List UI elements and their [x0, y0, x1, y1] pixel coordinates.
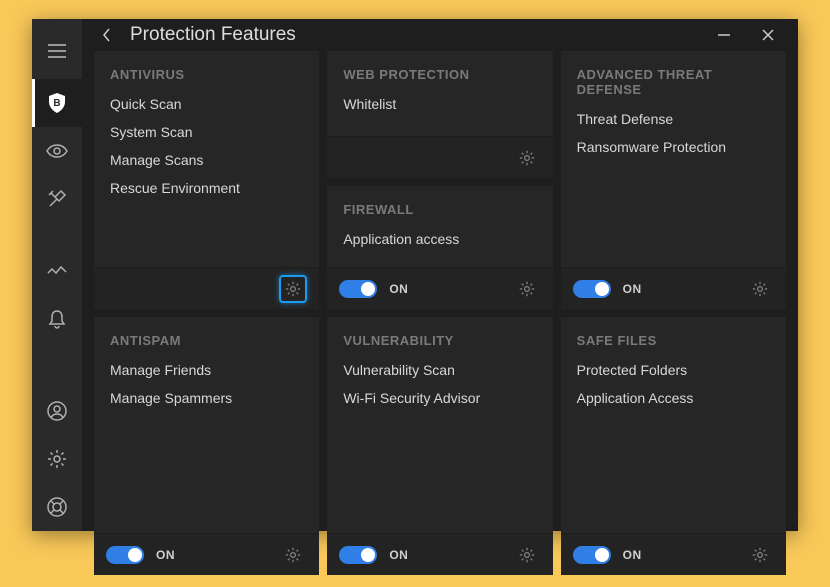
main-area: Protection Features ANTIVIRUS Quick Scan… — [82, 19, 798, 531]
sidebar: B — [32, 19, 82, 531]
toggle-label: ON — [623, 282, 642, 296]
link-system-scan[interactable]: System Scan — [110, 124, 303, 140]
link-application-access-sf[interactable]: Application Access — [577, 390, 770, 406]
link-protected-folders[interactable]: Protected Folders — [577, 362, 770, 378]
card-antispam: ANTISPAM Manage Friends Manage Spammers … — [94, 317, 319, 575]
settings-button-firewall[interactable] — [513, 275, 541, 303]
shield-icon: B — [47, 92, 67, 114]
gear-icon — [519, 150, 535, 166]
card-title: ANTIVIRUS — [110, 67, 303, 82]
link-rescue-environment[interactable]: Rescue Environment — [110, 180, 303, 196]
gear-icon — [47, 449, 67, 469]
tools-icon — [47, 189, 67, 209]
activity-icon — [47, 264, 67, 278]
chevron-left-icon — [101, 27, 111, 43]
sidebar-item-support[interactable] — [32, 483, 82, 531]
lifebuoy-icon — [47, 497, 67, 517]
user-icon — [47, 401, 67, 421]
gear-icon — [519, 547, 535, 563]
back-button[interactable] — [90, 19, 122, 51]
menu-icon[interactable] — [32, 27, 82, 75]
sidebar-item-tools[interactable] — [32, 175, 82, 223]
card-title: WEB PROTECTION — [343, 67, 536, 82]
window-controls — [702, 20, 790, 50]
close-icon — [762, 29, 774, 41]
card-footer: ON — [94, 533, 319, 575]
card-title: VULNERABILITY — [343, 333, 536, 348]
app-window: B — [32, 19, 798, 531]
card-antivirus: ANTIVIRUS Quick Scan System Scan Manage … — [94, 51, 319, 309]
sidebar-item-notifications[interactable] — [32, 295, 82, 343]
toggle-vulnerability[interactable] — [339, 546, 377, 564]
card-title: SAFE FILES — [577, 333, 770, 348]
content-grid: ANTIVIRUS Quick Scan System Scan Manage … — [82, 51, 798, 587]
minimize-icon — [718, 34, 730, 36]
titlebar: Protection Features — [82, 19, 798, 51]
svg-text:B: B — [53, 98, 60, 109]
link-threat-defense[interactable]: Threat Defense — [577, 111, 770, 127]
gear-icon — [752, 281, 768, 297]
gear-icon — [285, 547, 301, 563]
col-middle-top: WEB PROTECTION Whitelist FIREWALL Applic… — [327, 51, 552, 309]
card-footer — [327, 136, 552, 178]
card-title: ADVANCED THREAT DEFENSE — [577, 67, 770, 97]
settings-button-vulnerability[interactable] — [513, 541, 541, 569]
link-manage-friends[interactable]: Manage Friends — [110, 362, 303, 378]
card-footer: ON — [561, 533, 786, 575]
eye-icon — [46, 144, 68, 158]
card-footer: ON — [327, 267, 552, 309]
link-application-access[interactable]: Application access — [343, 231, 536, 247]
settings-button-antivirus[interactable] — [279, 275, 307, 303]
settings-button-atd[interactable] — [746, 275, 774, 303]
page-title: Protection Features — [130, 24, 296, 46]
toggle-firewall[interactable] — [339, 280, 377, 298]
card-footer: ON — [327, 533, 552, 575]
gear-icon — [519, 281, 535, 297]
settings-button-webprotection[interactable] — [513, 144, 541, 172]
card-firewall: FIREWALL Application access ON — [327, 186, 552, 309]
card-safefiles: SAFE FILES Protected Folders Application… — [561, 317, 786, 575]
minimize-button[interactable] — [702, 20, 746, 50]
toggle-antispam[interactable] — [106, 546, 144, 564]
card-footer: ON — [561, 267, 786, 309]
settings-button-safefiles[interactable] — [746, 541, 774, 569]
card-atd: ADVANCED THREAT DEFENSE Threat Defense R… — [561, 51, 786, 309]
link-manage-spammers[interactable]: Manage Spammers — [110, 390, 303, 406]
close-button[interactable] — [746, 20, 790, 50]
gear-icon — [285, 281, 301, 297]
sidebar-item-account[interactable] — [32, 387, 82, 435]
toggle-safefiles[interactable] — [573, 546, 611, 564]
card-footer — [94, 267, 319, 309]
link-whitelist[interactable]: Whitelist — [343, 96, 536, 112]
link-vulnerability-scan[interactable]: Vulnerability Scan — [343, 362, 536, 378]
sidebar-item-protection[interactable]: B — [32, 79, 82, 127]
card-webprotection: WEB PROTECTION Whitelist — [327, 51, 552, 178]
settings-button-antispam[interactable] — [279, 541, 307, 569]
sidebar-item-privacy[interactable] — [32, 127, 82, 175]
sidebar-item-settings[interactable] — [32, 435, 82, 483]
sidebar-item-activity[interactable] — [32, 247, 82, 295]
link-manage-scans[interactable]: Manage Scans — [110, 152, 303, 168]
gear-icon — [752, 547, 768, 563]
card-vulnerability: VULNERABILITY Vulnerability Scan Wi-Fi S… — [327, 317, 552, 575]
link-ransomware-protection[interactable]: Ransomware Protection — [577, 139, 770, 155]
link-quick-scan[interactable]: Quick Scan — [110, 96, 303, 112]
card-title: FIREWALL — [343, 202, 536, 217]
card-title: ANTISPAM — [110, 333, 303, 348]
toggle-label: ON — [389, 282, 408, 296]
toggle-atd[interactable] — [573, 280, 611, 298]
link-wifi-security-advisor[interactable]: Wi-Fi Security Advisor — [343, 390, 536, 406]
bell-icon — [48, 309, 66, 329]
